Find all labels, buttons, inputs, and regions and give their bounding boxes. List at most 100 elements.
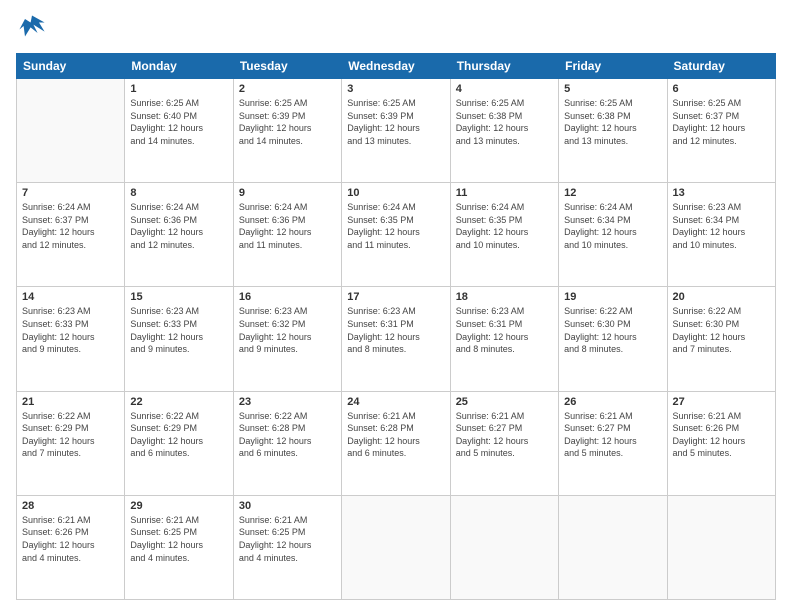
day-number: 3 bbox=[347, 83, 444, 95]
calendar-cell: 27 Sunrise: 6:21 AM Sunset: 6:26 PM Dayli… bbox=[667, 391, 775, 495]
day-number: 23 bbox=[239, 396, 336, 408]
calendar-header-wednesday: Wednesday bbox=[342, 54, 450, 79]
day-info: Sunrise: 6:24 AM Sunset: 6:34 PM Dayligh… bbox=[564, 201, 661, 251]
calendar-week-row: 7 Sunrise: 6:24 AM Sunset: 6:37 PM Daylig… bbox=[17, 183, 776, 287]
day-info: Sunrise: 6:25 AM Sunset: 6:39 PM Dayligh… bbox=[239, 97, 336, 147]
calendar-cell: 3 Sunrise: 6:25 AM Sunset: 6:39 PM Daylig… bbox=[342, 79, 450, 183]
day-info: Sunrise: 6:25 AM Sunset: 6:37 PM Dayligh… bbox=[673, 97, 770, 147]
calendar-cell: 4 Sunrise: 6:25 AM Sunset: 6:38 PM Daylig… bbox=[450, 79, 558, 183]
day-info: Sunrise: 6:24 AM Sunset: 6:36 PM Dayligh… bbox=[130, 201, 227, 251]
calendar-header-sunday: Sunday bbox=[17, 54, 125, 79]
calendar-cell: 19 Sunrise: 6:22 AM Sunset: 6:30 PM Dayli… bbox=[559, 287, 667, 391]
day-info: Sunrise: 6:21 AM Sunset: 6:26 PM Dayligh… bbox=[22, 514, 119, 564]
day-info: Sunrise: 6:22 AM Sunset: 6:30 PM Dayligh… bbox=[564, 305, 661, 355]
day-info: Sunrise: 6:23 AM Sunset: 6:31 PM Dayligh… bbox=[456, 305, 553, 355]
calendar-cell: 7 Sunrise: 6:24 AM Sunset: 6:37 PM Daylig… bbox=[17, 183, 125, 287]
calendar-cell: 10Sunrise: 6:24 AM Sunset: 6:35 PM Dayli… bbox=[342, 183, 450, 287]
calendar-table: SundayMondayTuesdayWednesdayThursdayFrid… bbox=[16, 53, 776, 600]
calendar-cell: 1Sunrise: 6:25 AM Sunset: 6:40 PM Daylig… bbox=[125, 79, 233, 183]
calendar-cell: 15 Sunrise: 6:23 AM Sunset: 6:33 PM Dayli… bbox=[125, 287, 233, 391]
day-info: Sunrise: 6:24 AM Sunset: 6:35 PM Dayligh… bbox=[456, 201, 553, 251]
logo bbox=[16, 12, 46, 45]
calendar-cell: 9 Sunrise: 6:24 AM Sunset: 6:36 PM Daylig… bbox=[233, 183, 341, 287]
calendar-header-row: SundayMondayTuesdayWednesdayThursdayFrid… bbox=[17, 54, 776, 79]
day-info: Sunrise: 6:23 AM Sunset: 6:33 PM Dayligh… bbox=[22, 305, 119, 355]
day-number: 2 bbox=[239, 83, 336, 95]
calendar-cell: 6 Sunrise: 6:25 AM Sunset: 6:37 PM Daylig… bbox=[667, 79, 775, 183]
day-info: Sunrise: 6:25 AM Sunset: 6:38 PM Dayligh… bbox=[456, 97, 553, 147]
calendar-cell: 23 Sunrise: 6:22 AM Sunset: 6:28 PM Dayli… bbox=[233, 391, 341, 495]
day-number: 22 bbox=[130, 396, 227, 408]
day-number: 5 bbox=[564, 83, 661, 95]
calendar-cell: 25 Sunrise: 6:21 AM Sunset: 6:27 PM Dayli… bbox=[450, 391, 558, 495]
day-number: 13 bbox=[673, 187, 770, 199]
day-number: 25 bbox=[456, 396, 553, 408]
day-number: 9 bbox=[239, 187, 336, 199]
day-number: 12 bbox=[564, 187, 661, 199]
day-info: Sunrise: 6:23 AM Sunset: 6:33 PM Dayligh… bbox=[130, 305, 227, 355]
calendar-header-saturday: Saturday bbox=[667, 54, 775, 79]
calendar-cell: 5 Sunrise: 6:25 AM Sunset: 6:38 PM Daylig… bbox=[559, 79, 667, 183]
calendar-cell: 21Sunrise: 6:22 AM Sunset: 6:29 PM Dayli… bbox=[17, 391, 125, 495]
day-number: 4 bbox=[456, 83, 553, 95]
calendar-cell: 18Sunrise: 6:23 AM Sunset: 6:31 PM Dayli… bbox=[450, 287, 558, 391]
day-number: 8 bbox=[130, 187, 227, 199]
calendar-cell: 14 Sunrise: 6:23 AM Sunset: 6:33 PM Dayli… bbox=[17, 287, 125, 391]
calendar-week-row: 21Sunrise: 6:22 AM Sunset: 6:29 PM Dayli… bbox=[17, 391, 776, 495]
day-info: Sunrise: 6:21 AM Sunset: 6:25 PM Dayligh… bbox=[239, 514, 336, 564]
day-number: 24 bbox=[347, 396, 444, 408]
day-number: 10 bbox=[347, 187, 444, 199]
calendar-header-friday: Friday bbox=[559, 54, 667, 79]
calendar-cell: 2 Sunrise: 6:25 AM Sunset: 6:39 PM Daylig… bbox=[233, 79, 341, 183]
calendar-cell: 16 Sunrise: 6:23 AM Sunset: 6:32 PM Dayli… bbox=[233, 287, 341, 391]
day-number: 27 bbox=[673, 396, 770, 408]
day-info: Sunrise: 6:21 AM Sunset: 6:27 PM Dayligh… bbox=[456, 410, 553, 460]
calendar-cell: 11 Sunrise: 6:24 AM Sunset: 6:35 PM Dayli… bbox=[450, 183, 558, 287]
day-info: Sunrise: 6:22 AM Sunset: 6:29 PM Dayligh… bbox=[130, 410, 227, 460]
day-number: 11 bbox=[456, 187, 553, 199]
day-number: 6 bbox=[673, 83, 770, 95]
day-info: Sunrise: 6:25 AM Sunset: 6:38 PM Dayligh… bbox=[564, 97, 661, 147]
day-number: 14 bbox=[22, 291, 119, 303]
day-number: 29 bbox=[130, 500, 227, 512]
day-number: 28 bbox=[22, 500, 119, 512]
calendar-header-tuesday: Tuesday bbox=[233, 54, 341, 79]
day-info: Sunrise: 6:24 AM Sunset: 6:36 PM Dayligh… bbox=[239, 201, 336, 251]
day-info: Sunrise: 6:23 AM Sunset: 6:31 PM Dayligh… bbox=[347, 305, 444, 355]
day-number: 30 bbox=[239, 500, 336, 512]
day-number: 16 bbox=[239, 291, 336, 303]
day-info: Sunrise: 6:21 AM Sunset: 6:25 PM Dayligh… bbox=[130, 514, 227, 564]
calendar-cell: 20 Sunrise: 6:22 AM Sunset: 6:30 PM Dayli… bbox=[667, 287, 775, 391]
day-info: Sunrise: 6:23 AM Sunset: 6:32 PM Dayligh… bbox=[239, 305, 336, 355]
calendar-cell bbox=[450, 495, 558, 599]
day-info: Sunrise: 6:25 AM Sunset: 6:39 PM Dayligh… bbox=[347, 97, 444, 147]
calendar-cell: 8 Sunrise: 6:24 AM Sunset: 6:36 PM Daylig… bbox=[125, 183, 233, 287]
calendar-cell: 29 Sunrise: 6:21 AM Sunset: 6:25 PM Dayli… bbox=[125, 495, 233, 599]
calendar-cell: 13 Sunrise: 6:23 AM Sunset: 6:34 PM Dayli… bbox=[667, 183, 775, 287]
day-info: Sunrise: 6:24 AM Sunset: 6:37 PM Dayligh… bbox=[22, 201, 119, 251]
day-info: Sunrise: 6:21 AM Sunset: 6:27 PM Dayligh… bbox=[564, 410, 661, 460]
calendar-cell: 26 Sunrise: 6:21 AM Sunset: 6:27 PM Dayli… bbox=[559, 391, 667, 495]
calendar-cell bbox=[559, 495, 667, 599]
day-number: 26 bbox=[564, 396, 661, 408]
page: SundayMondayTuesdayWednesdayThursdayFrid… bbox=[0, 0, 792, 612]
calendar-cell: 30 Sunrise: 6:21 AM Sunset: 6:25 PM Dayli… bbox=[233, 495, 341, 599]
day-info: Sunrise: 6:21 AM Sunset: 6:28 PM Dayligh… bbox=[347, 410, 444, 460]
day-number: 17 bbox=[347, 291, 444, 303]
calendar-cell: 24 Sunrise: 6:21 AM Sunset: 6:28 PM Dayli… bbox=[342, 391, 450, 495]
day-number: 15 bbox=[130, 291, 227, 303]
day-number: 20 bbox=[673, 291, 770, 303]
day-info: Sunrise: 6:25 AM Sunset: 6:40 PM Dayligh… bbox=[130, 97, 227, 147]
general-blue-bird-icon bbox=[18, 12, 46, 40]
day-info: Sunrise: 6:23 AM Sunset: 6:34 PM Dayligh… bbox=[673, 201, 770, 251]
calendar-cell bbox=[342, 495, 450, 599]
day-number: 7 bbox=[22, 187, 119, 199]
day-number: 19 bbox=[564, 291, 661, 303]
day-info: Sunrise: 6:21 AM Sunset: 6:26 PM Dayligh… bbox=[673, 410, 770, 460]
day-info: Sunrise: 6:22 AM Sunset: 6:28 PM Dayligh… bbox=[239, 410, 336, 460]
calendar-cell: 17 Sunrise: 6:23 AM Sunset: 6:31 PM Dayli… bbox=[342, 287, 450, 391]
calendar-cell: 22 Sunrise: 6:22 AM Sunset: 6:29 PM Dayli… bbox=[125, 391, 233, 495]
day-info: Sunrise: 6:22 AM Sunset: 6:30 PM Dayligh… bbox=[673, 305, 770, 355]
calendar-header-thursday: Thursday bbox=[450, 54, 558, 79]
day-info: Sunrise: 6:22 AM Sunset: 6:29 PM Dayligh… bbox=[22, 410, 119, 460]
